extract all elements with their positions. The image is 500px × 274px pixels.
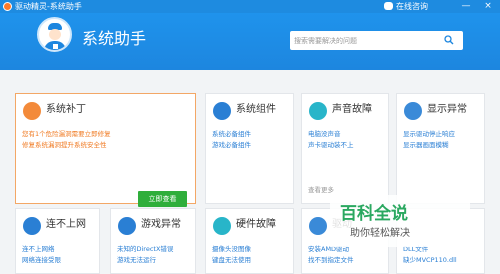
header: 系统助手 [0, 13, 500, 70]
minimize-button[interactable]: — [460, 0, 472, 13]
sound-link[interactable]: 声卡驱动装不上 [308, 141, 354, 150]
network-link[interactable]: 连不上网络 [22, 245, 55, 254]
hardware-link[interactable]: 摄像头没图像 [212, 245, 251, 254]
view-now-button[interactable]: 立即查看 [138, 191, 187, 207]
online-consult-link[interactable]: 在线咨询 [396, 1, 428, 12]
display-link[interactable]: 显示器画面模糊 [403, 141, 449, 150]
card-sound-fault[interactable]: 声音故障 电脑没声音 声卡驱动装不上 查看更多 [301, 93, 389, 204]
gamepad-icon [118, 217, 136, 235]
close-button[interactable]: × [482, 0, 494, 13]
network-link[interactable]: 网络连接受限 [22, 256, 61, 265]
hardware-link[interactable]: 键盘无法使用 [212, 256, 251, 265]
watermark-subtitle: 助你轻松解决 [350, 228, 410, 239]
assistant-avatar [37, 17, 72, 52]
card-title: 系统补丁 [46, 104, 86, 115]
search-box[interactable] [290, 31, 463, 50]
gear-icon [309, 217, 327, 235]
card-title: 连不上网 [46, 219, 86, 230]
patch-icon [23, 102, 41, 120]
watermark: 百科全说 助你轻松解决 [330, 195, 470, 247]
search-icon[interactable] [444, 35, 454, 45]
card-hardware[interactable]: 硬件故障 摄像头没图像 键盘无法使用 [205, 208, 294, 274]
page-title: 系统助手 [82, 29, 147, 48]
game-link[interactable]: 未知的DirectX错误 [117, 245, 173, 254]
title-bar: 驱动精灵-系统助手 在线咨询 — × [0, 0, 500, 13]
card-title: 声音故障 [332, 104, 372, 115]
app-logo-icon [3, 2, 12, 11]
card-system-component[interactable]: 系统组件 系统必备组件 游戏必备组件 [205, 93, 294, 204]
component-link[interactable]: 系统必备组件 [212, 130, 251, 139]
game-link[interactable]: 游戏无法运行 [117, 256, 156, 265]
window-title: 驱动精灵-系统助手 [15, 2, 82, 11]
card-display-abnormal[interactable]: 显示异常 显示驱动停止响应 显示器画面模糊 [396, 93, 485, 204]
watermark-logo: 百科全说 [340, 204, 408, 224]
puzzle-icon [213, 102, 231, 120]
search-input[interactable] [294, 34, 439, 47]
view-more-link[interactable]: 查看更多 [308, 186, 334, 195]
card-system-patch[interactable]: 系统补丁 您有1个危险漏洞需要立即修复 修复系统漏洞提升系统安全性 立即查看 [15, 93, 196, 207]
display-link[interactable]: 显示驱动停止响应 [403, 130, 455, 139]
dll-link[interactable]: 缺少MVCP110.dll [403, 256, 457, 265]
card-title: 硬件故障 [236, 219, 276, 230]
card-title: 游戏异常 [141, 219, 181, 230]
driver-link[interactable]: 找不到指定文件 [308, 256, 354, 265]
patch-warning-text: 您有1个危险漏洞需要立即修复 [22, 130, 111, 138]
network-icon [23, 217, 41, 235]
component-link[interactable]: 游戏必备组件 [212, 141, 251, 150]
speaker-icon [309, 102, 327, 120]
chip-icon [213, 217, 231, 235]
card-title: 系统组件 [236, 104, 276, 115]
monitor-icon [404, 102, 422, 120]
card-game[interactable]: 游戏异常 未知的DirectX错误 游戏无法运行 [110, 208, 196, 274]
card-network[interactable]: 连不上网 连不上网络 网络连接受限 [15, 208, 100, 274]
patch-desc-text: 修复系统漏洞提升系统安全性 [22, 141, 107, 149]
chat-icon[interactable] [384, 2, 393, 10]
card-title: 显示异常 [427, 104, 467, 115]
sound-link[interactable]: 电脑没声音 [308, 130, 341, 139]
